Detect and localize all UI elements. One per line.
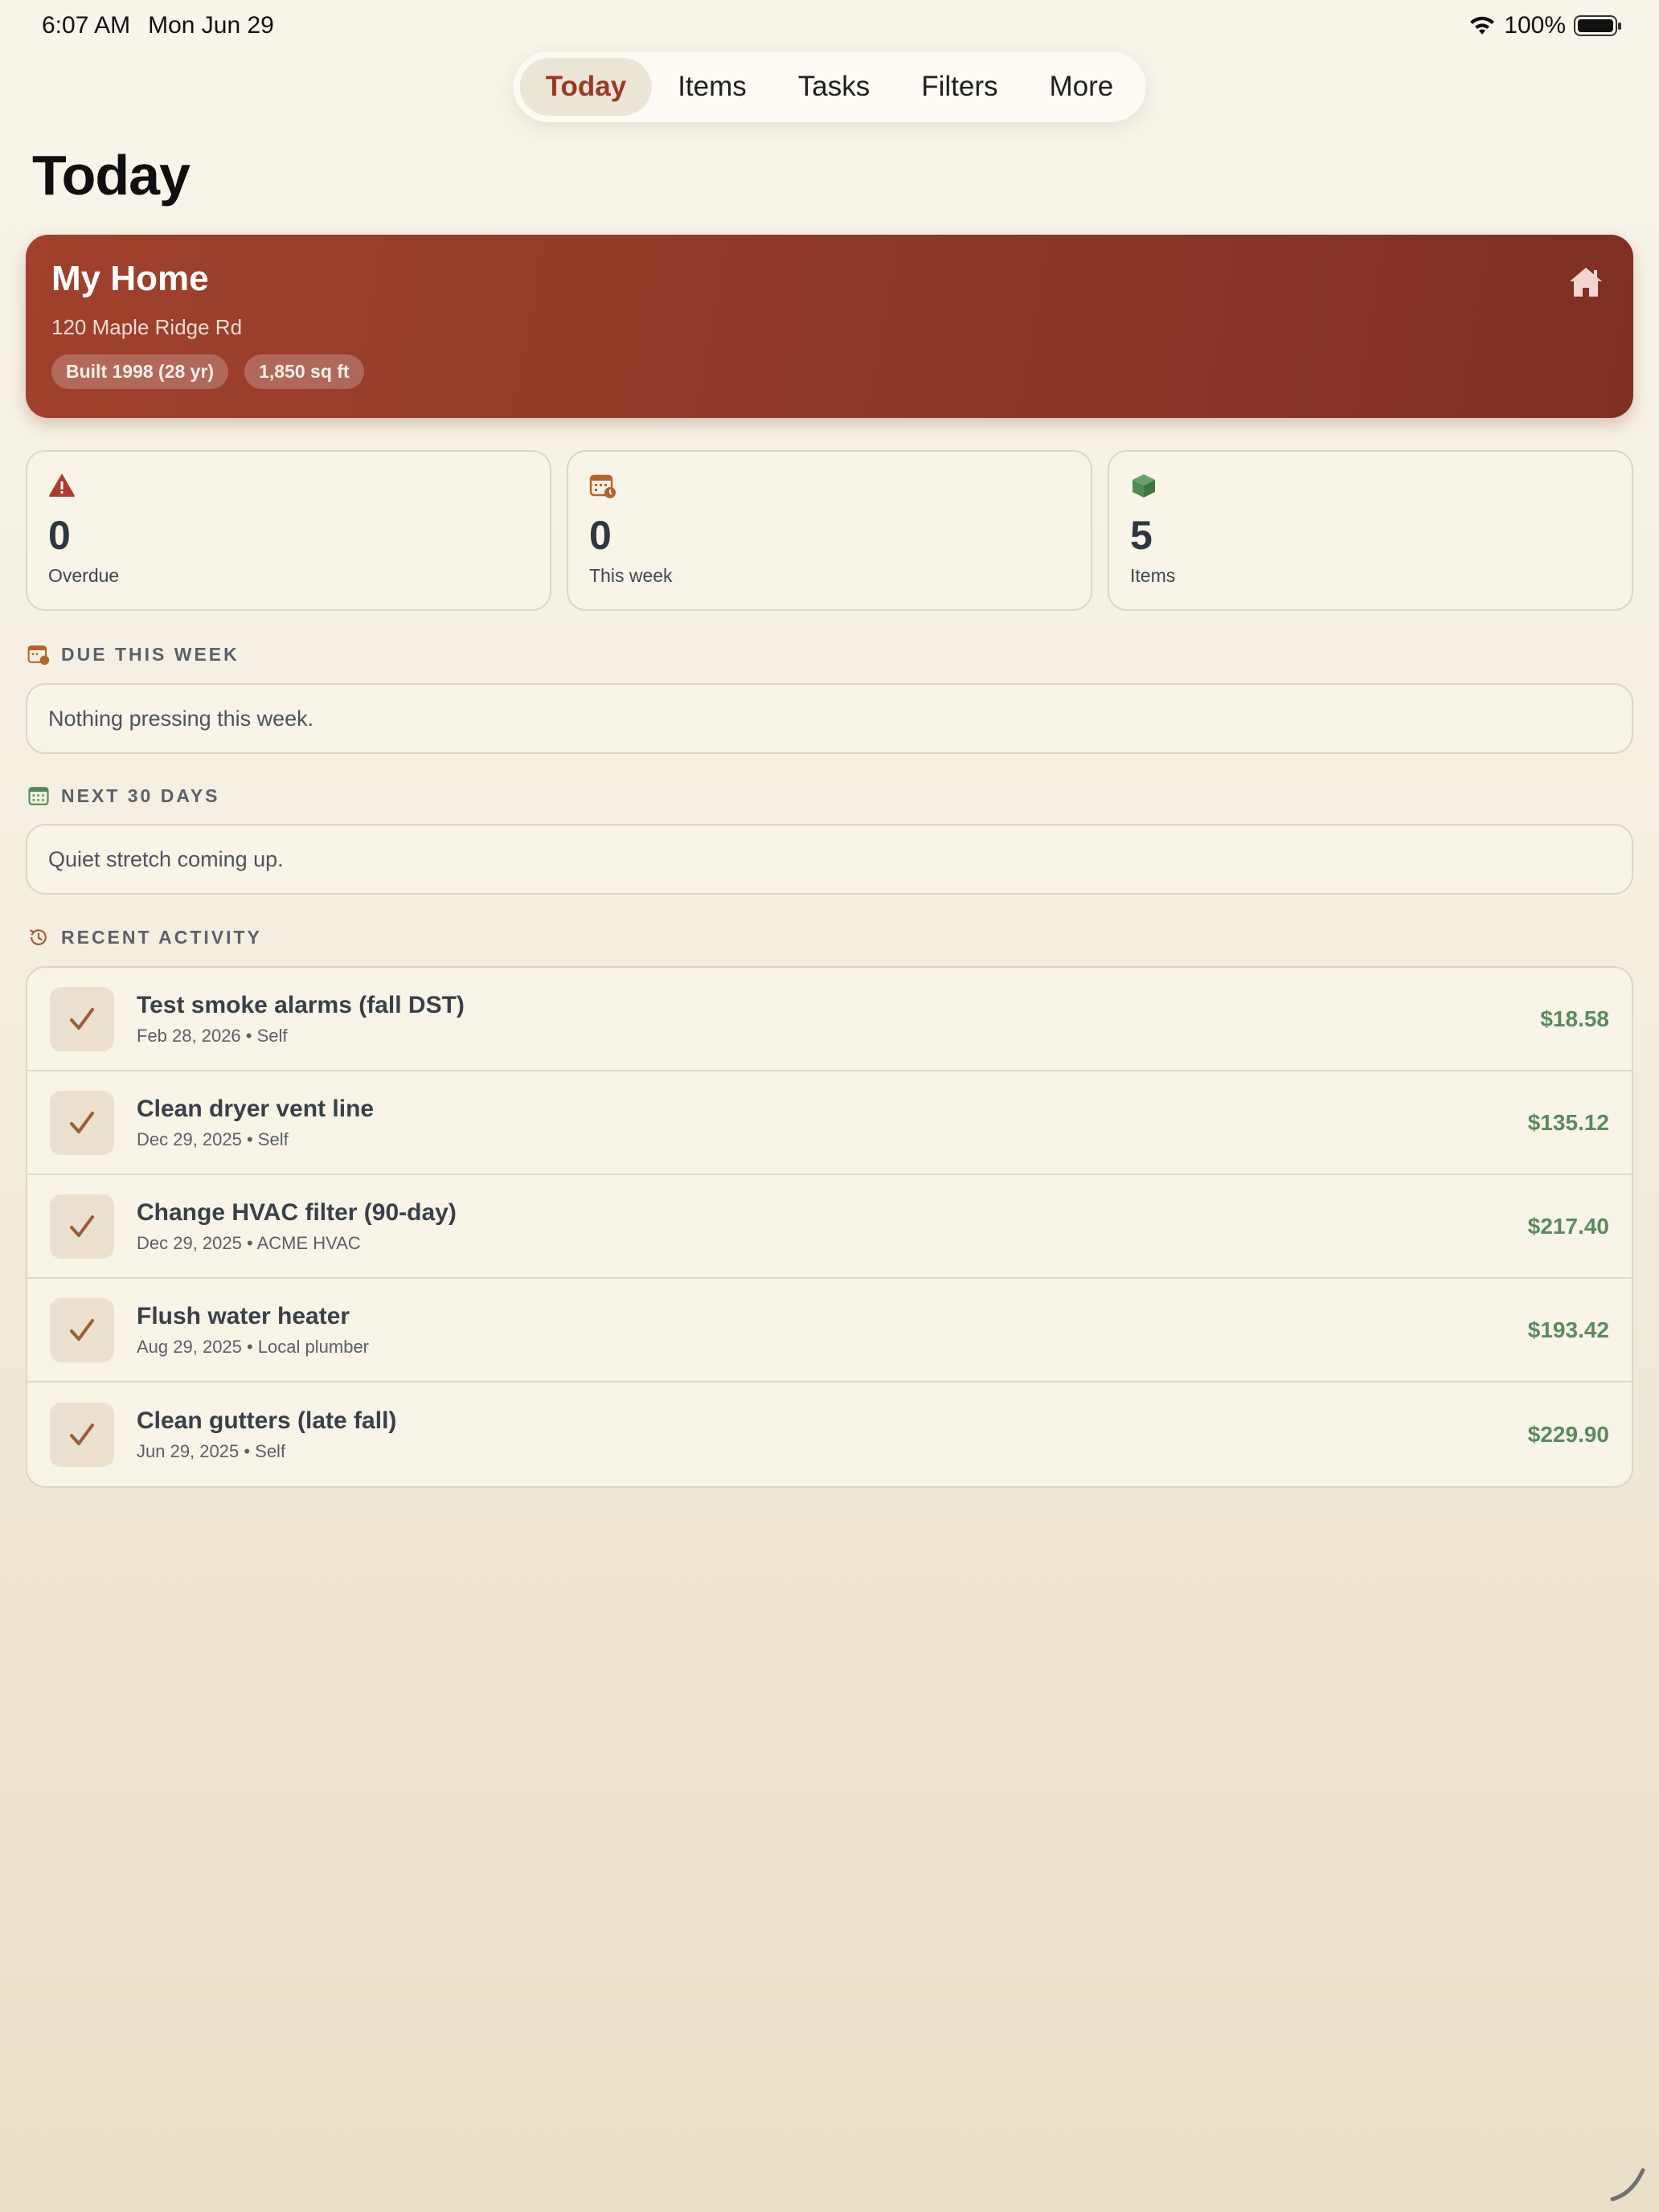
cube-icon — [1133, 474, 1155, 498]
overdue-label: Overdue — [48, 565, 120, 586]
activity-title: Change HVAC filter (90-day) — [137, 1198, 457, 1226]
tab-filters[interactable]: Filters — [895, 58, 1023, 116]
activity-amount: $18.58 — [1540, 1006, 1609, 1031]
checkmark-icon — [70, 1423, 94, 1445]
recent-activity-header: RECENT ACTIVITY — [27, 926, 262, 948]
status-time: 6:07 AM — [42, 12, 131, 39]
activity-meta: Jun 29, 2025 • Self — [137, 1440, 286, 1461]
due-this-week-header: DUE THIS WEEK — [27, 643, 240, 666]
activity-list: Test smoke alarms (fall DST) Feb 28, 202… — [26, 966, 1633, 1488]
tab-tasks[interactable]: Tasks — [772, 58, 895, 116]
this-week-stat-card[interactable]: 0 This week — [567, 450, 1092, 611]
overdue-stat-card[interactable]: 0 Overdue — [26, 450, 551, 611]
completed-check — [50, 1194, 114, 1259]
home-name: My Home — [51, 259, 209, 298]
checkmark-icon — [70, 1318, 94, 1341]
warning-triangle-icon — [49, 474, 75, 497]
next-30-days-header: NEXT 30 DAYS — [27, 784, 220, 807]
activity-amount: $217.40 — [1527, 1213, 1609, 1239]
checkmark-icon — [70, 1111, 94, 1133]
home-card[interactable]: My Home 120 Maple Ridge Rd Built 1998 (2… — [26, 235, 1633, 418]
tab-items[interactable]: Items — [652, 58, 772, 116]
activity-meta: Dec 29, 2025 • ACME HVAC — [137, 1232, 361, 1253]
battery-percent: 100% — [1504, 12, 1566, 39]
due-this-week-empty: Nothing pressing this week. — [26, 683, 1633, 754]
next-30-days-title: NEXT 30 DAYS — [61, 784, 220, 806]
next-30-days-empty: Quiet stretch coming up. — [26, 824, 1633, 895]
activity-title: Clean dryer vent line — [137, 1095, 375, 1122]
status-bar: 6:07 AM Mon Jun 29 100% — [0, 0, 1659, 51]
completed-check — [50, 1090, 114, 1155]
activity-row[interactable]: Change HVAC filter (90-day) Dec 29, 2025… — [27, 1175, 1632, 1279]
activity-title: Clean gutters (late fall) — [137, 1407, 397, 1434]
status-left: 6:07 AM Mon Jun 29 — [42, 12, 274, 39]
activity-title: Flush water heater — [137, 1302, 350, 1329]
wifi-icon — [1470, 16, 1495, 35]
resize-grip-icon[interactable] — [1608, 2162, 1649, 2204]
recent-activity-title: RECENT ACTIVITY — [61, 926, 262, 948]
tab-today[interactable]: Today — [519, 58, 653, 116]
activity-row[interactable]: Test smoke alarms (fall DST) Feb 28, 202… — [27, 968, 1632, 1071]
activity-meta: Feb 28, 2026 • Self — [137, 1025, 288, 1046]
completed-check — [50, 1402, 114, 1467]
battery-icon — [1574, 15, 1621, 36]
built-year-chip: Built 1998 (28 yr) — [51, 354, 229, 389]
this-week-count: 0 — [589, 513, 612, 558]
checkmark-icon — [70, 1007, 94, 1030]
square-footage-chip: 1,850 sq ft — [244, 354, 364, 389]
status-date: Mon Jun 29 — [148, 12, 274, 39]
top-tab-bar: Today Items Tasks Filters More — [513, 51, 1146, 122]
activity-row[interactable]: Clean gutters (late fall) Jun 29, 2025 •… — [27, 1382, 1632, 1486]
home-address: 120 Maple Ridge Rd — [51, 315, 243, 339]
status-right: 100% — [1469, 12, 1621, 39]
completed-check — [50, 1297, 114, 1362]
activity-meta: Dec 29, 2025 • Self — [137, 1129, 289, 1149]
activity-title: Test smoke alarms (fall DST) — [137, 991, 465, 1018]
items-count: 5 — [1130, 513, 1153, 558]
house-icon[interactable] — [1567, 265, 1604, 299]
history-icon — [29, 929, 47, 945]
activity-row[interactable]: Clean dryer vent line Dec 29, 2025 • Sel… — [27, 1071, 1632, 1175]
home-chips: Built 1998 (28 yr) 1,850 sq ft — [51, 354, 1608, 389]
due-this-week-title: DUE THIS WEEK — [61, 643, 240, 665]
activity-row[interactable]: Flush water heater Aug 29, 2025 • Local … — [27, 1279, 1632, 1382]
overdue-count: 0 — [48, 513, 71, 558]
page-title: Today — [32, 144, 190, 207]
this-week-label: This week — [589, 565, 673, 586]
activity-amount: $229.90 — [1527, 1421, 1609, 1447]
calendar-clock-icon — [27, 645, 50, 666]
items-label: Items — [1130, 565, 1176, 586]
activity-meta: Aug 29, 2025 • Local plumber — [137, 1336, 370, 1357]
completed-check — [50, 986, 114, 1051]
activity-amount: $193.42 — [1527, 1317, 1609, 1342]
checkmark-icon — [70, 1215, 94, 1237]
calendar-icon — [28, 787, 49, 805]
activity-amount: $135.12 — [1527, 1109, 1609, 1135]
tab-more[interactable]: More — [1024, 58, 1140, 116]
items-stat-card[interactable]: 5 Items — [1108, 450, 1633, 611]
calendar-clock-icon — [589, 474, 616, 498]
